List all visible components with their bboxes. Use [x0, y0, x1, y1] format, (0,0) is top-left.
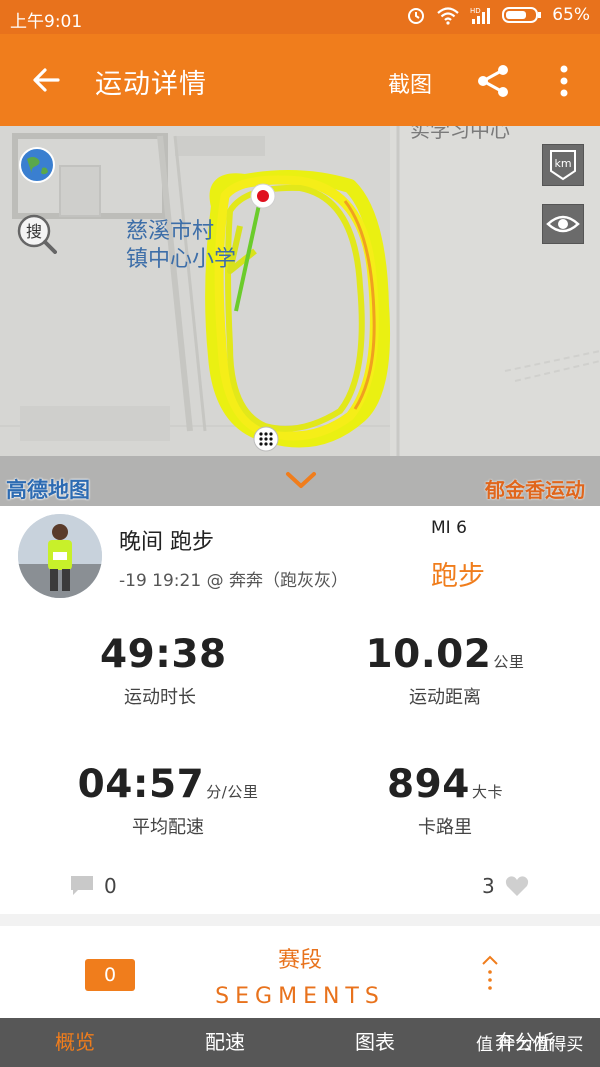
stat-duration: 49:38 运动时长: [100, 632, 227, 709]
visibility-toggle-button[interactable]: [542, 204, 584, 244]
activity-summary: 晚间 跑步 -19 19:21 @ 奔奔（跑灰灰） MI 6 跑步 49:38 …: [0, 506, 600, 914]
calories-value: 894: [387, 762, 470, 807]
map-label-line2: 镇中心小学: [126, 247, 237, 272]
runner-photo: [18, 514, 102, 598]
km-label: km: [554, 157, 571, 170]
status-bar: 上午9:01 HD 65%: [0, 0, 600, 34]
comment-icon: [71, 876, 93, 895]
heart-icon: [505, 876, 528, 896]
pace-value: 04:57: [77, 762, 205, 807]
distance-value: 10.02: [365, 632, 492, 677]
map-provider-logo: 高德地图: [6, 478, 90, 502]
alarm-icon: [408, 8, 425, 24]
segments-section[interactable]: 0 赛段 SEGMENTS: [0, 926, 600, 1018]
pace-unit: 分/公里: [206, 783, 259, 801]
distance-unit: 公里: [493, 653, 525, 671]
stat-distance: 10.02 公里 运动距离: [355, 632, 535, 709]
avatar[interactable]: [18, 514, 102, 598]
wifi-icon: [437, 7, 459, 25]
duration-label: 运动时长: [124, 687, 196, 708]
chevron-down-icon[interactable]: [284, 468, 318, 492]
tab-overview[interactable]: 概览: [0, 1018, 150, 1067]
comment-count: 0: [104, 874, 117, 898]
device-name: MI 6: [431, 518, 467, 538]
chevron-up-icon[interactable]: [478, 954, 502, 994]
map-label-top: 实学习中心: [410, 126, 510, 142]
like-count: 3: [482, 874, 495, 898]
duration-value: 49:38: [100, 632, 227, 677]
stat-calories: 894 大卡 卡路里: [375, 762, 515, 839]
battery-icon: [502, 7, 542, 23]
map-search-icon[interactable]: 搜: [17, 214, 57, 254]
route-map[interactable]: 实学习中心 慈溪市村 镇中心小学 搜 km 高德地图 郁金香运动: [0, 126, 600, 506]
back-arrow-icon[interactable]: [28, 62, 64, 98]
network-label: HD: [470, 7, 481, 15]
map-label-line1: 慈溪市村: [126, 219, 215, 244]
watermark: 值 什么值得买: [476, 1030, 583, 1055]
segments-title: 赛段: [277, 948, 322, 973]
tab-charts[interactable]: 图表: [300, 1018, 450, 1067]
activity-type: 跑步: [431, 561, 485, 592]
share-icon[interactable]: [474, 62, 512, 100]
status-time: 上午9:01: [10, 12, 83, 32]
km-icon: km: [550, 150, 576, 181]
globe-icon[interactable]: [18, 146, 56, 184]
stat-pace: 04:57 分/公里 平均配速: [68, 762, 268, 839]
map-search-label: 搜: [26, 222, 42, 241]
comment-button[interactable]: 0: [70, 874, 117, 898]
signal-icon: HD: [470, 7, 491, 24]
pace-label: 平均配速: [132, 817, 204, 838]
brand-logo: 郁金香运动: [485, 478, 585, 502]
calories-label: 卡路里: [418, 817, 472, 838]
screenshot-button[interactable]: 截图: [388, 67, 432, 99]
activity-meta: -19 19:21 @ 奔奔（跑灰灰）: [119, 571, 348, 591]
battery-percent: 65%: [552, 5, 590, 25]
calories-unit: 大卡: [471, 783, 503, 801]
app-bar: 运动详情 截图: [0, 34, 600, 126]
watermark-text: 值 什么值得买: [476, 1035, 584, 1055]
distance-label: 运动距离: [409, 687, 481, 708]
activity-title: 晚间 跑步: [119, 530, 214, 555]
segments-subtitle: SEGMENTS: [215, 984, 385, 1009]
map-background: [0, 126, 600, 456]
km-toggle-button[interactable]: km: [542, 144, 584, 186]
eye-icon: [546, 215, 580, 233]
more-menu-icon[interactable]: [550, 64, 578, 98]
tab-pace[interactable]: 配速: [150, 1018, 300, 1067]
like-button[interactable]: 3: [482, 874, 529, 898]
page-title: 运动详情: [95, 69, 207, 100]
